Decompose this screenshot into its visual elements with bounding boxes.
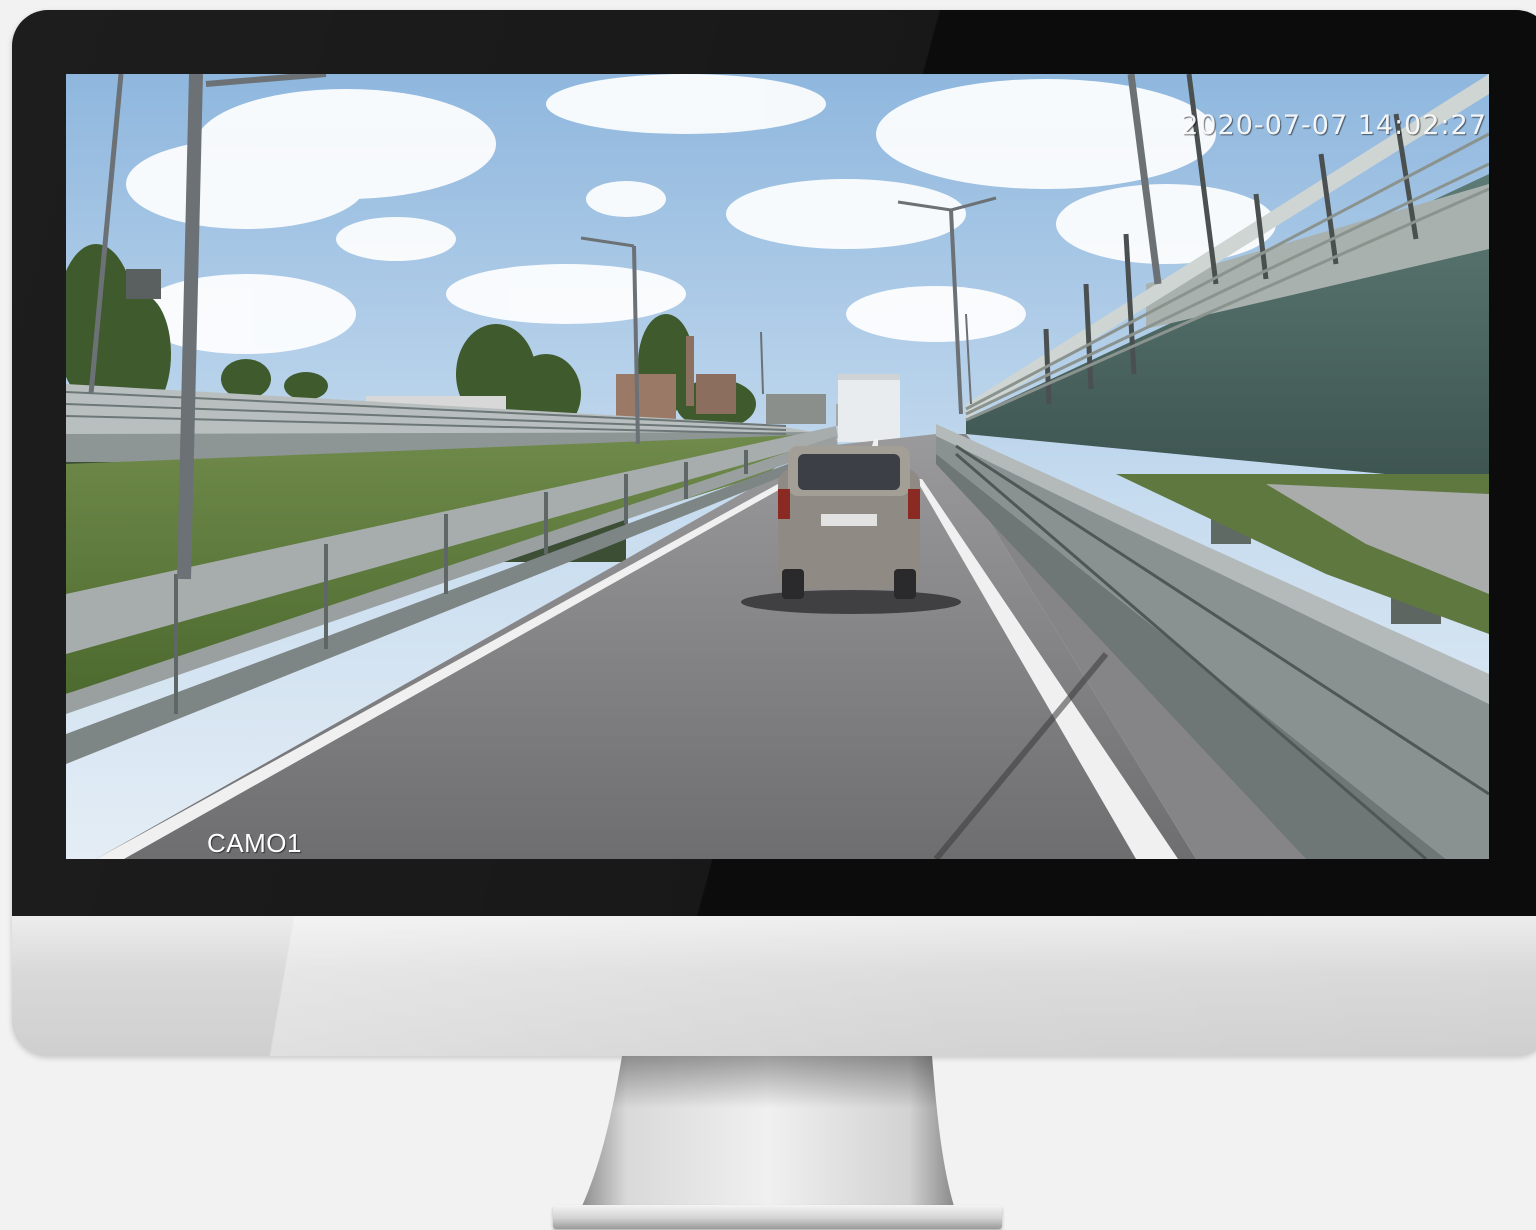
camera-label: CAMO1 bbox=[207, 828, 302, 858]
road-sign bbox=[126, 269, 161, 299]
feed-timestamp: 2020-07-07 14:02:27 bbox=[1181, 110, 1487, 141]
monitor-stand-neck bbox=[582, 1056, 954, 1206]
page: 2020-07-07 14:02:27 CAMO1 bbox=[0, 0, 1536, 1230]
camera-feed-screen[interactable]: 2020-07-07 14:02:27 CAMO1 bbox=[66, 74, 1489, 859]
chin-reflection bbox=[12, 916, 1536, 1056]
camera-feed-image bbox=[66, 74, 1489, 859]
monitor-stand-base bbox=[553, 1205, 1002, 1229]
truck-ahead bbox=[838, 374, 900, 442]
